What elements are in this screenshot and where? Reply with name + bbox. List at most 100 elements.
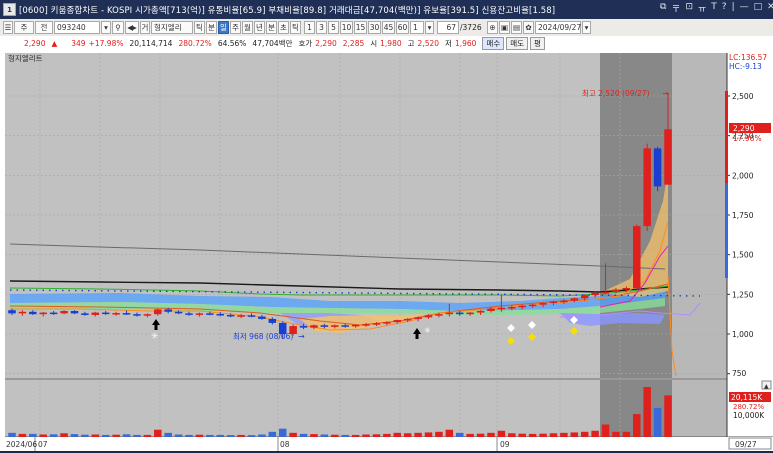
settings-icon[interactable]: ⊡ [685,2,693,15]
period-month[interactable]: 월 [242,21,253,34]
candle-body [143,314,152,316]
high-arrow-icon: → [662,89,669,98]
low-label: 저 [445,39,452,48]
price-tick-label: 750 [732,369,747,378]
market-select[interactable]: 주 [14,21,34,34]
date-input[interactable]: 2024/09/27 [535,21,581,34]
volume-bar [622,431,631,437]
interval-5[interactable]: 5 [328,21,339,34]
code-dropdown[interactable]: ▾ [101,21,111,34]
candle-body [29,311,37,315]
period-minute[interactable]: 분 [206,21,217,34]
change-percent: +17.98% [88,39,124,48]
candle-body [466,312,474,315]
open-label: 시 [370,39,378,48]
candle-body [268,318,277,323]
candle-body [570,298,579,301]
high-price: 2,520 [417,39,440,48]
nav-arrows-icon[interactable]: ◀▸ [125,21,139,34]
average-button[interactable]: 평 [530,37,545,50]
volume-ratio: 280.72% [178,39,212,48]
candle-body [258,316,266,319]
volume-bar [591,430,599,437]
count-input[interactable]: 67 [437,21,459,34]
pin-icon[interactable]: 〒 [671,2,680,15]
price-chart[interactable]: 형지엘리트 LC:136.57 HC:-9.13 최고 2,520 (09/27… [0,51,773,451]
period-day[interactable]: 일 [218,21,229,34]
link-icon[interactable]: ⧉ [660,2,666,15]
volume-bar [299,433,308,437]
stock-code-input[interactable]: 093240 [54,21,100,34]
candle-body [560,300,568,303]
close-button[interactable]: ✕ [767,2,773,15]
period-tick[interactable]: 틱 [194,21,205,34]
interval-dropdown[interactable]: ▾ [425,21,434,34]
side-indicator-blue [725,183,728,278]
candle-body [112,313,120,315]
interval-45[interactable]: 45 [382,21,395,34]
volume: 20,114,714 [129,39,173,48]
help-icon[interactable]: ? [722,2,727,15]
candle-body [331,325,339,327]
save-icon[interactable]: ▤ [511,21,522,34]
price-tick-label: 1,750 [732,211,754,220]
search-icon[interactable]: ⚲ [112,21,124,34]
candle-body [70,310,79,314]
chart-area[interactable]: 형지엘리트 LC:136.57 HC:-9.13 최고 2,520 (09/27… [0,51,773,451]
candle-body [445,312,454,315]
period-year[interactable]: 년 [254,21,265,34]
volume-bar [81,434,89,437]
volume-bar [237,434,245,437]
interval-input[interactable]: 1 [410,21,424,34]
volume-bar [8,432,16,437]
period-second[interactable]: 초 [278,21,289,34]
svg-text:✳: ✳ [151,332,159,342]
price-change: 349 [71,39,86,48]
volume-bar [112,434,120,437]
zoom-icon[interactable]: ⊕ [487,21,498,34]
high-label: 고 [407,39,415,48]
interval-3[interactable]: 3 [316,21,327,34]
volume-bar [403,433,412,437]
gear-icon[interactable]: ✿ [523,21,534,34]
candle-body [435,314,443,316]
ask-price-2: 2,285 [342,39,365,48]
candle-body [539,303,547,305]
interval-60[interactable]: 60 [396,21,409,34]
candle-body [81,313,89,315]
low-price: 1,960 [454,39,477,48]
all-select[interactable]: 전 [35,21,53,34]
volume-bar [70,434,79,437]
interval-15[interactable]: 15 [354,21,367,34]
interval-10[interactable]: 10 [340,21,353,34]
candle-body [508,307,516,309]
text-icon[interactable]: T [711,2,717,15]
date-dropdown[interactable]: ▾ [582,21,591,34]
volume-bar [508,433,516,437]
end-date-label: 09/27 [735,440,757,449]
menu-icon[interactable]: ☰ [3,21,13,34]
sell-button[interactable]: 매도 [506,37,529,50]
volume-bar [341,434,349,437]
maximize-button[interactable]: □ [754,2,763,15]
date-label-2: 08 [280,440,290,449]
font-icon[interactable]: ㅠ [698,2,706,15]
volume-bar [372,434,381,437]
minimize-button[interactable]: — [740,2,749,15]
volume-bar [143,434,152,437]
volume-bar [549,433,558,437]
candle-body [39,312,47,315]
candle-body [424,315,433,318]
volume-bar [91,434,100,437]
interval-1[interactable]: 1 [304,21,315,34]
volume-bar [331,434,339,437]
image-icon[interactable]: ▣ [499,21,510,34]
buy-button[interactable]: 매수 [482,37,505,50]
candle-body [664,129,672,185]
toolbar: ☰ 주 전 093240 ▾ ⚲ ◀▸ 거 형지엘리 틱 분 일 주 월 년 분… [0,19,773,37]
candle-body [653,148,662,187]
interval-30[interactable]: 30 [368,21,381,34]
period-week[interactable]: 주 [230,21,241,34]
period-tick2[interactable]: 틱 [290,21,301,34]
period-minute2[interactable]: 분 [266,21,277,34]
